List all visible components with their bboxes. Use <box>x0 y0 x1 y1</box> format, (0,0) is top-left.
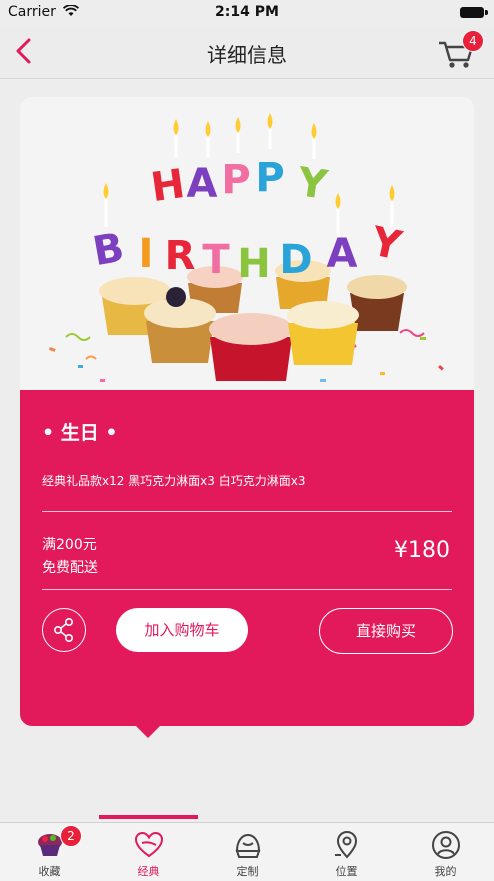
tab-label: 经典 <box>137 865 160 878</box>
svg-text:D: D <box>279 237 312 283</box>
tab-classic[interactable]: 经典 <box>99 823 198 881</box>
product-description: 经典礼品款x12 黑巧克力淋面x3 白巧克力淋面x3 <box>42 474 306 488</box>
divider <box>42 589 452 590</box>
svg-text:I: I <box>139 231 154 277</box>
product-card: H A P P Y B I R T H D A Y • 生日 • 经典礼品款x1… <box>20 97 474 738</box>
tab-location[interactable]: 位置 <box>297 823 396 881</box>
tab-profile[interactable]: 我的 <box>396 823 494 881</box>
user-icon <box>432 831 460 859</box>
page-title: 详细信息 <box>207 43 287 67</box>
cake-icon <box>235 833 261 858</box>
svg-text:R: R <box>165 233 196 279</box>
buy-now-button[interactable]: 直接购买 <box>319 608 453 654</box>
svg-text:P: P <box>255 155 284 201</box>
tab-label: 我的 <box>434 865 457 878</box>
status-bar: Carrier 2:14 PM <box>0 0 494 26</box>
product-info-panel: • 生日 • 经典礼品款x12 黑巧克力淋面x3 白巧克力淋面x3 满200元 … <box>20 390 474 726</box>
favorites-count-badge: 2 <box>60 825 82 847</box>
svg-text:T: T <box>202 237 230 283</box>
nav-bar: 详细信息 4 <box>0 26 494 79</box>
svg-text:P: P <box>221 157 250 203</box>
tab-label: 位置 <box>335 865 358 878</box>
tab-favorites[interactable]: 2 收藏 <box>0 823 99 881</box>
product-price: ¥180 <box>394 538 450 563</box>
svg-text:H: H <box>148 161 188 211</box>
product-image: H A P P Y B I R T H D A Y <box>20 97 474 392</box>
svg-text:A: A <box>327 231 358 277</box>
share-button[interactable] <box>42 608 86 652</box>
tab-label: 收藏 <box>38 865 61 878</box>
birthday-cupcakes-illustration: H A P P Y B I R T H D A Y <box>20 97 474 392</box>
card-pointer <box>134 724 162 738</box>
divider <box>42 511 452 512</box>
tab-bar: 2 收藏 经典 定制 位置 我的 <box>0 822 494 881</box>
active-tab-indicator <box>99 815 198 819</box>
svg-text:A: A <box>187 161 218 207</box>
promo-threshold: 满200元 <box>42 537 97 553</box>
add-to-cart-button[interactable]: 加入购物车 <box>116 608 248 652</box>
promo-free-shipping: 免费配送 <box>42 560 98 576</box>
clock: 2:14 PM <box>215 4 279 20</box>
product-name: • 生日 • <box>42 422 118 444</box>
cart-count-badge: 4 <box>462 30 484 52</box>
location-pin-icon <box>335 830 358 859</box>
heart-icon <box>134 831 164 858</box>
svg-text:H: H <box>237 241 270 287</box>
share-icon <box>54 618 73 642</box>
battery-icon <box>460 7 488 18</box>
tab-custom[interactable]: 定制 <box>198 823 297 881</box>
tab-label: 定制 <box>236 865 259 878</box>
